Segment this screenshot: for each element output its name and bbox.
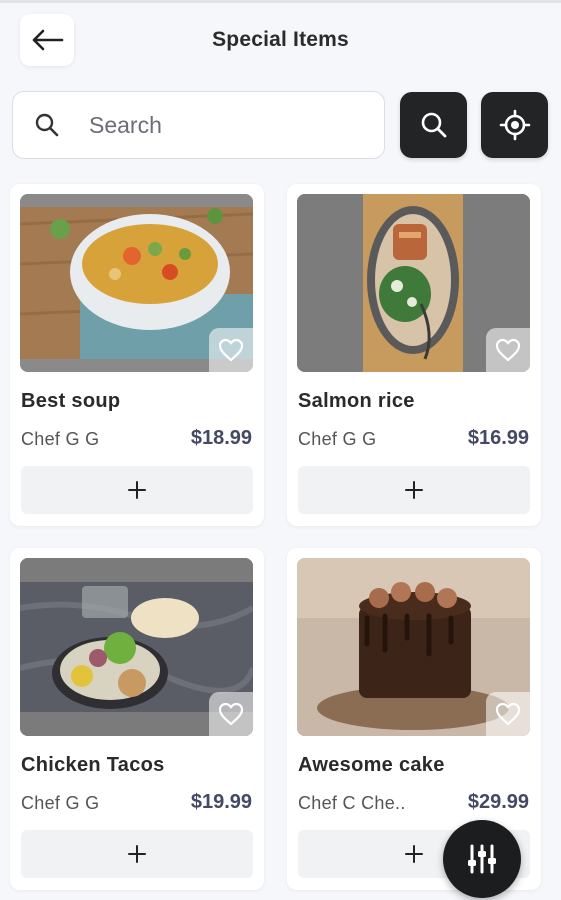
chef-name: Chef G G xyxy=(21,429,100,449)
add-to-cart-button[interactable] xyxy=(21,830,253,878)
top-divider xyxy=(0,0,561,3)
item-card[interactable]: Chicken Tacos Chef G G $19.99 xyxy=(10,548,264,890)
item-price: $18.99 xyxy=(190,427,252,449)
heart-icon xyxy=(495,702,521,726)
item-card[interactable]: Best soup Chef G G $18.99 xyxy=(10,184,264,526)
add-to-cart-button[interactable] xyxy=(21,466,253,514)
search-icon xyxy=(33,111,61,139)
plus-icon xyxy=(405,845,423,863)
food-image-soup[interactable] xyxy=(20,194,253,372)
chef-name: Chef C Che.. xyxy=(298,793,406,813)
search-icon xyxy=(421,112,446,138)
page-title: Special Items xyxy=(212,28,349,51)
favorite-button[interactable] xyxy=(486,692,530,736)
item-name: Awesome cake xyxy=(298,754,445,776)
heart-icon xyxy=(218,338,244,362)
item-name: Salmon rice xyxy=(298,390,415,412)
filter-sliders-icon xyxy=(468,844,496,874)
item-price: $16.99 xyxy=(467,427,529,449)
search-bar[interactable] xyxy=(12,91,385,159)
plus-icon xyxy=(128,481,146,499)
header: Special Items xyxy=(0,14,561,70)
heart-icon xyxy=(218,702,244,726)
heart-icon xyxy=(495,338,521,362)
item-name: Chicken Tacos xyxy=(21,754,165,776)
item-name: Best soup xyxy=(21,390,121,412)
filter-fab-button[interactable] xyxy=(443,820,521,898)
plus-icon xyxy=(405,481,423,499)
food-image-salmon[interactable] xyxy=(297,194,530,372)
favorite-button[interactable] xyxy=(486,328,530,372)
food-image-cake[interactable] xyxy=(297,558,530,736)
add-to-cart-button[interactable] xyxy=(298,466,530,514)
plus-icon xyxy=(128,845,146,863)
favorite-button[interactable] xyxy=(209,328,253,372)
locate-button[interactable] xyxy=(481,92,548,158)
food-image-tacos[interactable] xyxy=(20,558,253,736)
item-price: $19.99 xyxy=(190,791,252,813)
locate-icon xyxy=(499,109,530,141)
item-price: $29.99 xyxy=(467,791,529,813)
item-card[interactable]: Salmon rice Chef G G $16.99 xyxy=(287,184,541,526)
search-button[interactable] xyxy=(400,92,467,158)
chef-name: Chef G G xyxy=(21,793,100,813)
chef-name: Chef G G xyxy=(298,429,377,449)
favorite-button[interactable] xyxy=(209,692,253,736)
search-input[interactable] xyxy=(89,111,349,139)
